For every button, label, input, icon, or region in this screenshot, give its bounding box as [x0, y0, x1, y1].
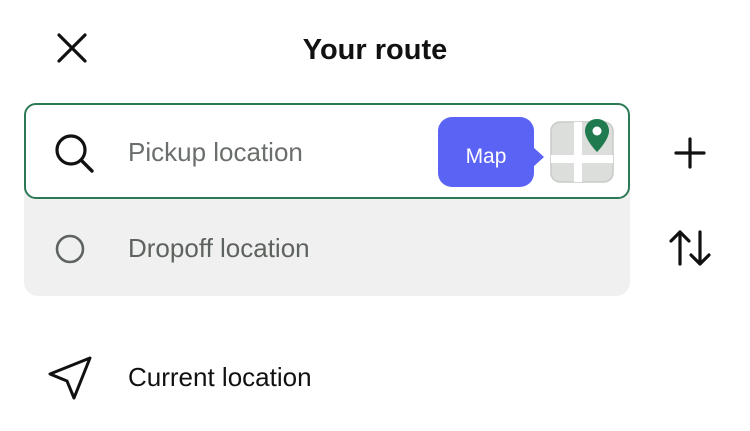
navigation-arrow-icon	[48, 356, 92, 400]
current-location-label: Current location	[128, 362, 312, 392]
add-stop-button[interactable]	[668, 131, 712, 175]
map-tooltip: Map	[438, 117, 544, 187]
dropoff-input[interactable]	[128, 222, 508, 274]
route-screen: Your route Map	[0, 0, 750, 431]
pickup-input[interactable]	[128, 127, 428, 177]
page-title: Your route	[302, 34, 448, 66]
swap-vertical-icon	[669, 230, 711, 266]
map-pin-button[interactable]	[550, 119, 614, 183]
swap-locations-button[interactable]	[666, 226, 714, 270]
dropoff-field[interactable]	[24, 200, 630, 296]
pickup-field[interactable]: Map	[24, 103, 630, 199]
plus-icon	[674, 137, 706, 169]
circle-icon	[55, 234, 85, 264]
search-icon	[55, 134, 94, 173]
current-location-item[interactable]: Current location	[24, 336, 630, 420]
map-tooltip-label: Map	[465, 145, 507, 168]
